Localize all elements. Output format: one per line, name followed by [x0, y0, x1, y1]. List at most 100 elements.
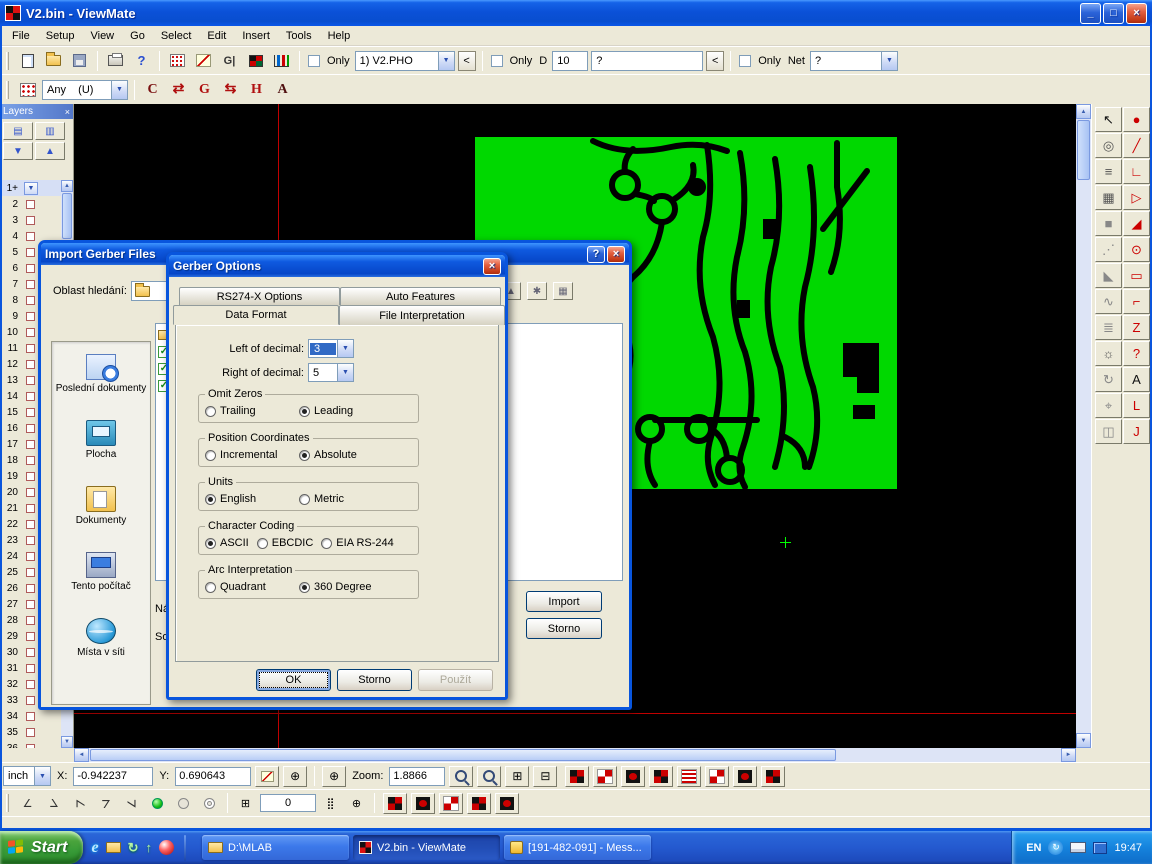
layer-color-box[interactable] [26, 376, 35, 385]
radio-absolute[interactable]: Absolute [299, 449, 357, 461]
menu-help[interactable]: Help [320, 28, 359, 44]
zoom-query-icon[interactable] [449, 766, 473, 787]
target-icon[interactable]: ⌖ [1095, 393, 1122, 418]
layer-color-box[interactable] [26, 536, 35, 545]
layer-color-box[interactable] [26, 472, 35, 481]
grid-plus-icon[interactable]: ⊞ [505, 766, 529, 787]
select-pointer-icon[interactable]: ↖ [1095, 107, 1122, 132]
radio-eia-rs-244[interactable]: EIA RS-244 [321, 537, 393, 549]
rectangle-outline-icon[interactable]: ▭ [1123, 263, 1150, 288]
menu-file[interactable]: File [4, 28, 38, 44]
toolbar-grip[interactable] [6, 52, 9, 70]
move-layer-up-icon[interactable]: ▲ [35, 142, 65, 160]
radio-leading[interactable]: Leading [299, 405, 353, 417]
radio-ascii[interactable]: ASCII [205, 537, 249, 549]
scroll-down-icon[interactable]: ▼ [61, 736, 73, 748]
start-button[interactable]: Start [0, 831, 83, 864]
aperture-pattern-icon[interactable] [649, 766, 673, 787]
save-icon[interactable] [68, 50, 91, 72]
layer-color-box[interactable] [26, 312, 35, 321]
arrow-vertex-icon[interactable]: ▷ [1123, 185, 1150, 210]
layer-color-box[interactable] [26, 696, 35, 705]
layer-color-box[interactable] [26, 216, 35, 225]
anchor-point-icon[interactable]: ⊕ [322, 766, 346, 787]
y-coordinate-input[interactable] [175, 767, 251, 786]
close-icon[interactable]: × [1126, 3, 1147, 24]
aperture-pattern-icon[interactable] [565, 766, 589, 787]
layers-grid-alt-icon[interactable]: ▥ [35, 122, 65, 140]
wave-icon[interactable]: ∿ [1095, 289, 1122, 314]
keyboard-tray-icon[interactable] [1070, 842, 1086, 853]
angle-tool-icon[interactable]: ∠ [68, 792, 91, 814]
zoom-input[interactable] [389, 767, 445, 786]
angle-tool-icon[interactable]: ∠ [42, 792, 65, 814]
layer-color-box[interactable] [26, 232, 35, 241]
net-combo[interactable]: ? ▼ [810, 51, 898, 71]
taskbar-task-191-482-091-mess[interactable]: [191-482-091] - Mess... [504, 835, 651, 860]
layers-panel-header[interactable]: Layers × [0, 104, 73, 119]
only-dcode-checkbox[interactable] [491, 55, 503, 67]
layer-color-box[interactable] [26, 296, 35, 305]
layer-color-box[interactable] [26, 264, 35, 273]
layer-color-box[interactable] [26, 648, 35, 657]
angle-tool-icon[interactable]: ∠ [94, 792, 117, 814]
film-pattern-icon[interactable] [495, 793, 519, 814]
radio-ebcdic[interactable]: EBCDIC [257, 537, 314, 549]
close-icon[interactable]: × [65, 107, 70, 117]
internet-explorer-icon[interactable]: e [91, 839, 98, 857]
tab-data-format[interactable]: Data Format [173, 305, 339, 325]
layers-grid-icon[interactable]: ▤ [3, 122, 33, 140]
radio-metric[interactable]: Metric [299, 493, 344, 505]
online-status-led-icon[interactable] [146, 792, 169, 814]
layer-row[interactable]: 36 [0, 740, 61, 748]
layer-row-active[interactable]: 1+ ▼ [0, 180, 61, 196]
menu-insert[interactable]: Insert [234, 28, 278, 44]
layer-color-box[interactable] [26, 200, 35, 209]
menu-go[interactable]: Go [122, 28, 153, 44]
layer-color-box[interactable] [26, 440, 35, 449]
transfer-tool-icon[interactable]: ⇆ [219, 79, 242, 101]
gerber-dialog-titlebar[interactable]: Gerber Options × [169, 255, 505, 277]
corner-line-icon[interactable]: ∟ [1123, 159, 1150, 184]
layer-color-box[interactable] [26, 632, 35, 641]
polyline-icon[interactable]: ⌐ [1123, 289, 1150, 314]
letter-c-tool-icon[interactable]: C [141, 79, 164, 101]
place-desktop[interactable]: Plocha [52, 416, 150, 482]
angle-tool-icon[interactable]: ∠ [120, 792, 143, 814]
layer-color-box[interactable] [26, 600, 35, 609]
context-help-icon[interactable]: ? [130, 50, 153, 72]
half-triangle-icon[interactable]: ◣ [1095, 263, 1122, 288]
text-tool-icon[interactable]: A [1123, 367, 1150, 392]
language-indicator[interactable]: EN [1026, 842, 1041, 854]
measure-angle-icon[interactable] [255, 766, 279, 787]
lamp-off-icon[interactable] [172, 792, 195, 814]
angle-tool-icon[interactable]: ∠ [16, 792, 39, 814]
left-of-decimal-combo[interactable]: 3 ▼ [308, 339, 354, 358]
scroll-up-icon[interactable]: ▲ [1076, 104, 1091, 119]
lamp-ring-icon[interactable] [198, 792, 221, 814]
letter-a-tool-icon[interactable]: A [271, 79, 294, 101]
triple-lines-icon[interactable]: ≣ [1095, 315, 1122, 340]
browser-orb-icon[interactable] [159, 840, 174, 855]
scrollbar-thumb[interactable] [90, 749, 836, 761]
open-file-icon[interactable] [42, 50, 65, 72]
vertical-scrollbar[interactable]: ▲ ▼ [1076, 104, 1091, 748]
scrollbar-thumb[interactable] [1077, 120, 1090, 180]
gear-icon[interactable]: ☼ [1095, 341, 1122, 366]
aperture-select-icon[interactable] [16, 79, 39, 101]
letter-z-icon[interactable]: Z [1123, 315, 1150, 340]
snap-anchor-icon[interactable]: ⊕ [345, 792, 368, 814]
tab-file-interpretation[interactable]: File Interpretation [339, 305, 505, 325]
radio-360-degree[interactable]: 360 Degree [299, 581, 372, 593]
layer-color-box[interactable] [26, 568, 35, 577]
layer-color-box[interactable] [26, 408, 35, 417]
layer-color-box[interactable] [26, 280, 35, 289]
aperture-table-icon[interactable] [166, 50, 189, 72]
letter-j-icon[interactable]: J [1123, 419, 1150, 444]
scroll-down-icon[interactable]: ▼ [1076, 733, 1091, 748]
layer-color-box[interactable] [26, 584, 35, 593]
green-arrow-icon[interactable]: ↻ [128, 840, 139, 856]
tab-rs274x-options[interactable]: RS274-X Options [179, 287, 340, 305]
goto-dcode-icon[interactable]: G| [218, 50, 241, 72]
dot-grid-icon[interactable]: ⣿ [319, 792, 342, 814]
